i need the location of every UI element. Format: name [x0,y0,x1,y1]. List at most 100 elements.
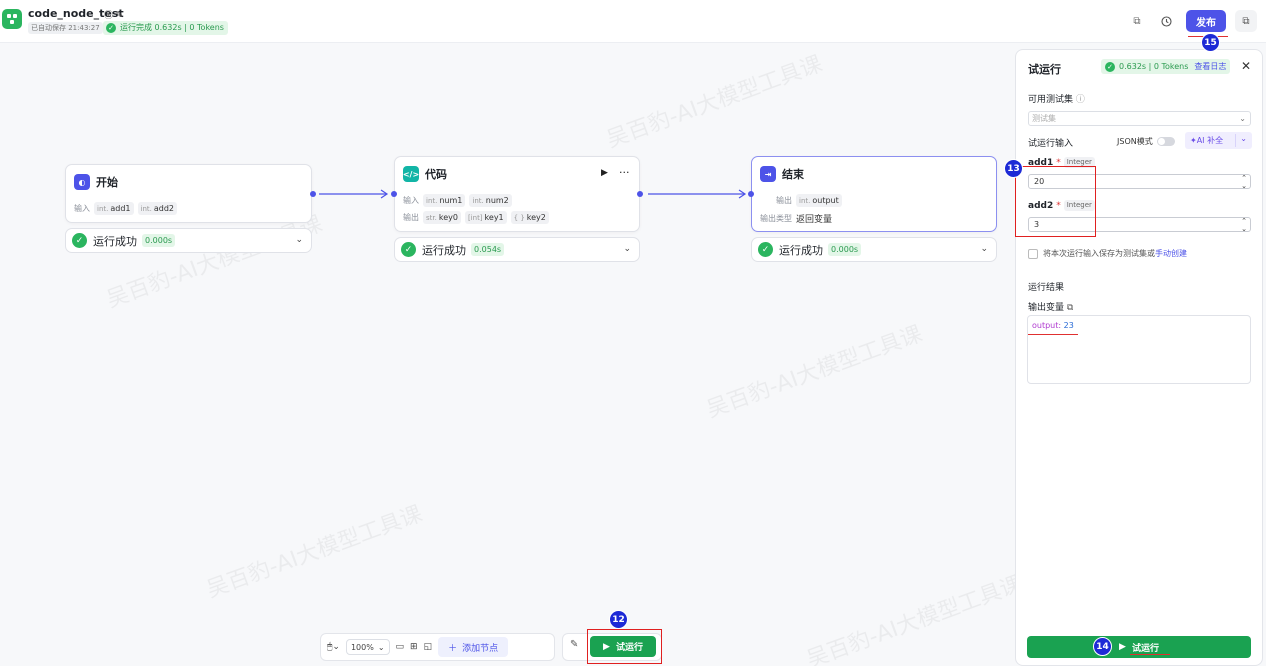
chevron-down-icon[interactable]: ⌄ [980,244,988,254]
workflow-app-icon [2,9,22,29]
test-set-select[interactable]: 测试集 ⌄ [1028,111,1251,126]
input-label: 输入 [403,196,419,205]
success-check-icon: ✓ [401,242,416,257]
end-icon: ⇥ [760,166,776,182]
run-time-badge: 0.000s [828,243,862,256]
step-marker-13: 13 [1004,159,1023,178]
publish-button[interactable]: 发布 [1186,10,1226,32]
end-run-status[interactable]: ✓ 运行成功 0.000s ⌄ [751,237,997,262]
play-icon: ▶ [1119,642,1126,652]
minimap-icon[interactable]: ◱ [424,642,433,652]
output-type-label: 输出类型 [760,214,792,223]
top-header: code_node_test ⓘ ✎ 已自动保存 21:43:27 ✓ 运行完成… [0,0,1266,43]
code-inputs-row: 输入 int. num1 int. num2 [403,194,512,207]
copy-icon[interactable]: ⧉ [1235,10,1257,32]
zoom-select[interactable]: 100% ⌄ [345,639,390,655]
panel-run-status: ✓ 0.632s | 0 Tokens 查看日志 [1101,59,1231,74]
variable-pill: int. num2 [469,194,512,207]
workflow-canvas[interactable]: 吴百豹-AI大模型工具课 吴百豹-AI大模型工具课 吴百豹-AI大模型工具课 吴… [0,44,1026,666]
code-input-port[interactable] [391,191,397,197]
start-output-port[interactable] [310,191,316,197]
manual-create-link[interactable]: 手动创建 [1155,248,1187,259]
test-set-label: 可用测试集 ⓘ [1028,95,1085,105]
save-test-set-row: 将本次运行输入保存为测试集或 手动创建 [1028,248,1187,259]
sparkle-icon: ✦ [1190,136,1197,145]
variable-pill: int. add2 [137,202,178,215]
end-node-title: 结束 [782,168,804,181]
code-node-header: </> 代码 [403,166,447,182]
mouse-mode-icon[interactable]: 🖱⌄ [327,642,340,652]
comment-icon[interactable]: ▭ [396,642,405,652]
end-input-port[interactable] [748,191,754,197]
layout-icon[interactable]: ⊞ [410,642,418,652]
chevron-down-icon[interactable]: ⌄ [295,235,303,245]
save-checkbox[interactable] [1028,248,1038,259]
end-node-header: ⇥ 结束 [760,166,804,182]
wrench-icon[interactable]: ✎ [570,639,578,650]
step-marker-12: 12 [609,610,628,629]
start-node-title: 开始 [96,176,118,189]
stepper-icon: ⌃ ⌄ [1241,217,1247,233]
success-check-icon: ✓ [72,233,87,248]
start-inputs-row: 输入 int. add1 int. add2 [74,202,178,215]
variable-pill: [int] key1 [464,211,507,224]
variable-pill: int. add1 [94,202,134,215]
close-icon[interactable]: ✕ [1241,59,1251,73]
start-run-status[interactable]: ✓ 运行成功 0.000s ⌄ [65,228,312,253]
highlight-box [587,629,662,664]
step-marker-14: 14 [1093,637,1112,656]
connection-lines [319,189,747,199]
chevron-down-icon: ⌄ [1239,114,1246,123]
start-icon: ◐ [74,174,90,190]
end-outputs-row: 输出 int. output [776,194,842,207]
plus-icon: ＋ [448,643,458,654]
code-node-title: 代码 [425,168,447,181]
variable-pill: int. output [796,194,842,207]
code-output-port[interactable] [637,191,643,197]
code-run-status[interactable]: ✓ 运行成功 0.054s ⌄ [394,237,640,262]
json-mode-toggle[interactable] [1156,137,1175,146]
success-check-icon: ✓ [758,242,773,257]
variable-pill: str. key0 [423,211,461,224]
code-icon: </> [403,166,419,182]
more-icon[interactable]: ··· [619,166,630,179]
highlight-box [1015,166,1096,237]
output-label: 输出 [776,196,792,205]
run-status-badge: ✓ 运行完成 0.632s | 0 Tokens [103,21,228,35]
check-icon: ✓ [1105,61,1115,72]
end-node[interactable]: ⇥ 结束 输出 int. output 输出类型 返回变量 [751,156,997,232]
status-text: 运行成功 [422,243,466,257]
chevron-down-icon[interactable]: ⌄ [623,244,631,254]
code-node[interactable]: </> 代码 ▶ ··· 输入 int. num1 int. num2 输出 str… [394,156,640,232]
panel-title: 试运行 [1028,63,1061,76]
title-actions: ⓘ ✎ [104,8,123,21]
canvas-toolbar: 🖱⌄ 100% ⌄ ▭ ⊞ ◱ ＋添加节点 [320,633,555,661]
info-icon: ⓘ [1075,95,1085,105]
variable-pill: { } key2 [510,211,549,224]
autosave-badge: 已自动保存 21:43:27 [28,22,103,34]
view-log-link[interactable]: 查看日志 [1194,61,1226,72]
play-icon[interactable]: ▶ [601,168,608,178]
info-icon[interactable]: ⓘ [104,11,113,21]
json-mode-toggle-row: JSON模式 [1117,136,1175,147]
add-node-button[interactable]: ＋添加节点 [438,637,509,657]
chevron-down-icon: ⌄ [1240,134,1247,143]
output-type-value: 返回变量 [796,215,833,225]
status-text: 运行成功 [779,243,823,257]
start-node[interactable]: ◐ 开始 输入 int. add1 int. add2 [65,164,312,223]
status-text: 运行成功 [93,234,137,248]
result-box: output: 23 [1027,315,1251,384]
ai-fill-button[interactable]: ✦ AI 补全 ⌄ [1185,132,1252,149]
code-outputs-row: 输出 str. key0 [int] key1 { } key2 [403,211,549,224]
output-label: 输出 [403,213,419,222]
edit-icon[interactable]: ✎ [116,11,124,21]
run-button-underline [1130,654,1170,655]
output-variable-label: 输出变量 ⧉ [1028,303,1074,313]
duplicate-icon[interactable]: ⧉ [1127,11,1147,31]
history-icon[interactable] [1156,11,1176,31]
variable-pill: int. num1 [423,194,466,207]
test-run-panel: 试运行 ✓ 0.632s | 0 Tokens 查看日志 ✕ 可用测试集 ⓘ 测… [1015,49,1263,666]
run-input-label: 试运行输入 [1028,139,1074,149]
result-line: output: 23 [1032,321,1074,330]
stepper-icon: ⌃ ⌄ [1241,174,1247,190]
